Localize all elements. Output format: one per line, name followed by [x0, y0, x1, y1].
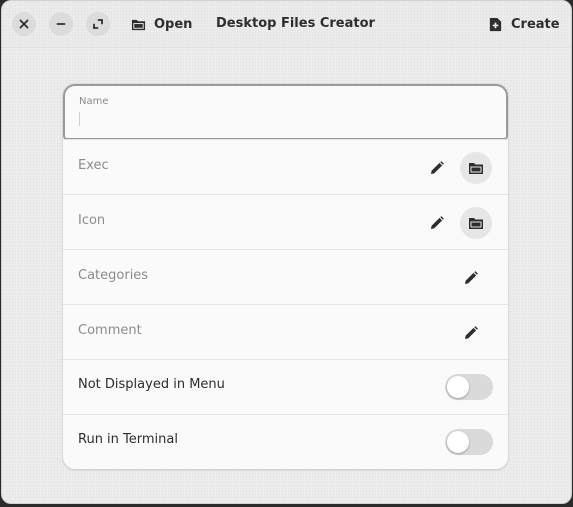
close-button[interactable] — [12, 12, 36, 36]
open-button[interactable]: Open — [131, 11, 192, 38]
pencil-icon — [465, 326, 478, 339]
close-icon — [19, 19, 29, 29]
not-displayed-label: Not Displayed in Menu — [78, 377, 225, 392]
create-button-label: Create — [511, 17, 560, 32]
categories-edit-button[interactable] — [455, 262, 487, 294]
minimize-icon — [56, 23, 66, 25]
icon-edit-button[interactable] — [421, 207, 453, 239]
pencil-icon — [431, 161, 444, 174]
comment-edit-button[interactable] — [455, 317, 487, 349]
folder-open-icon — [469, 218, 483, 229]
maximize-icon — [93, 19, 103, 29]
categories-row[interactable]: Categories — [63, 249, 508, 304]
comment-label: Comment — [78, 323, 142, 338]
switch-knob — [447, 431, 469, 453]
properties-card: Name Exec Icon Categories Comment Not Di… — [63, 84, 508, 469]
icon-label: Icon — [78, 213, 106, 228]
folder-open-icon — [131, 19, 146, 31]
app-window: Open Desktop Files Creator Create Name E… — [1, 0, 572, 504]
not-displayed-row: Not Displayed in Menu — [63, 359, 508, 414]
minimize-button[interactable] — [49, 12, 73, 36]
header-bar: Open Desktop Files Creator Create — [2, 1, 571, 48]
switch-knob — [447, 376, 469, 398]
create-button[interactable]: Create — [488, 11, 560, 38]
run-in-terminal-row: Run in Terminal — [63, 414, 508, 469]
name-field-label: Name — [79, 96, 109, 107]
icon-browse-button[interactable] — [460, 207, 492, 239]
icon-row[interactable]: Icon — [63, 194, 508, 249]
not-displayed-switch[interactable] — [445, 374, 493, 400]
run-in-terminal-label: Run in Terminal — [78, 432, 178, 447]
exec-label: Exec — [78, 158, 109, 173]
pencil-icon — [431, 216, 444, 229]
exec-row[interactable]: Exec — [63, 139, 508, 194]
exec-browse-button[interactable] — [460, 152, 492, 184]
categories-label: Categories — [78, 268, 149, 283]
open-button-label: Open — [154, 17, 193, 32]
new-file-icon — [489, 17, 502, 32]
name-input[interactable] — [79, 110, 479, 130]
comment-row[interactable]: Comment — [63, 304, 508, 359]
run-in-terminal-switch[interactable] — [445, 429, 493, 455]
folder-open-icon — [469, 163, 483, 174]
exec-edit-button[interactable] — [421, 152, 453, 184]
pencil-icon — [465, 271, 478, 284]
window-title: Desktop Files Creator — [216, 16, 375, 31]
name-field[interactable]: Name — [63, 84, 508, 140]
maximize-button[interactable] — [86, 12, 110, 36]
